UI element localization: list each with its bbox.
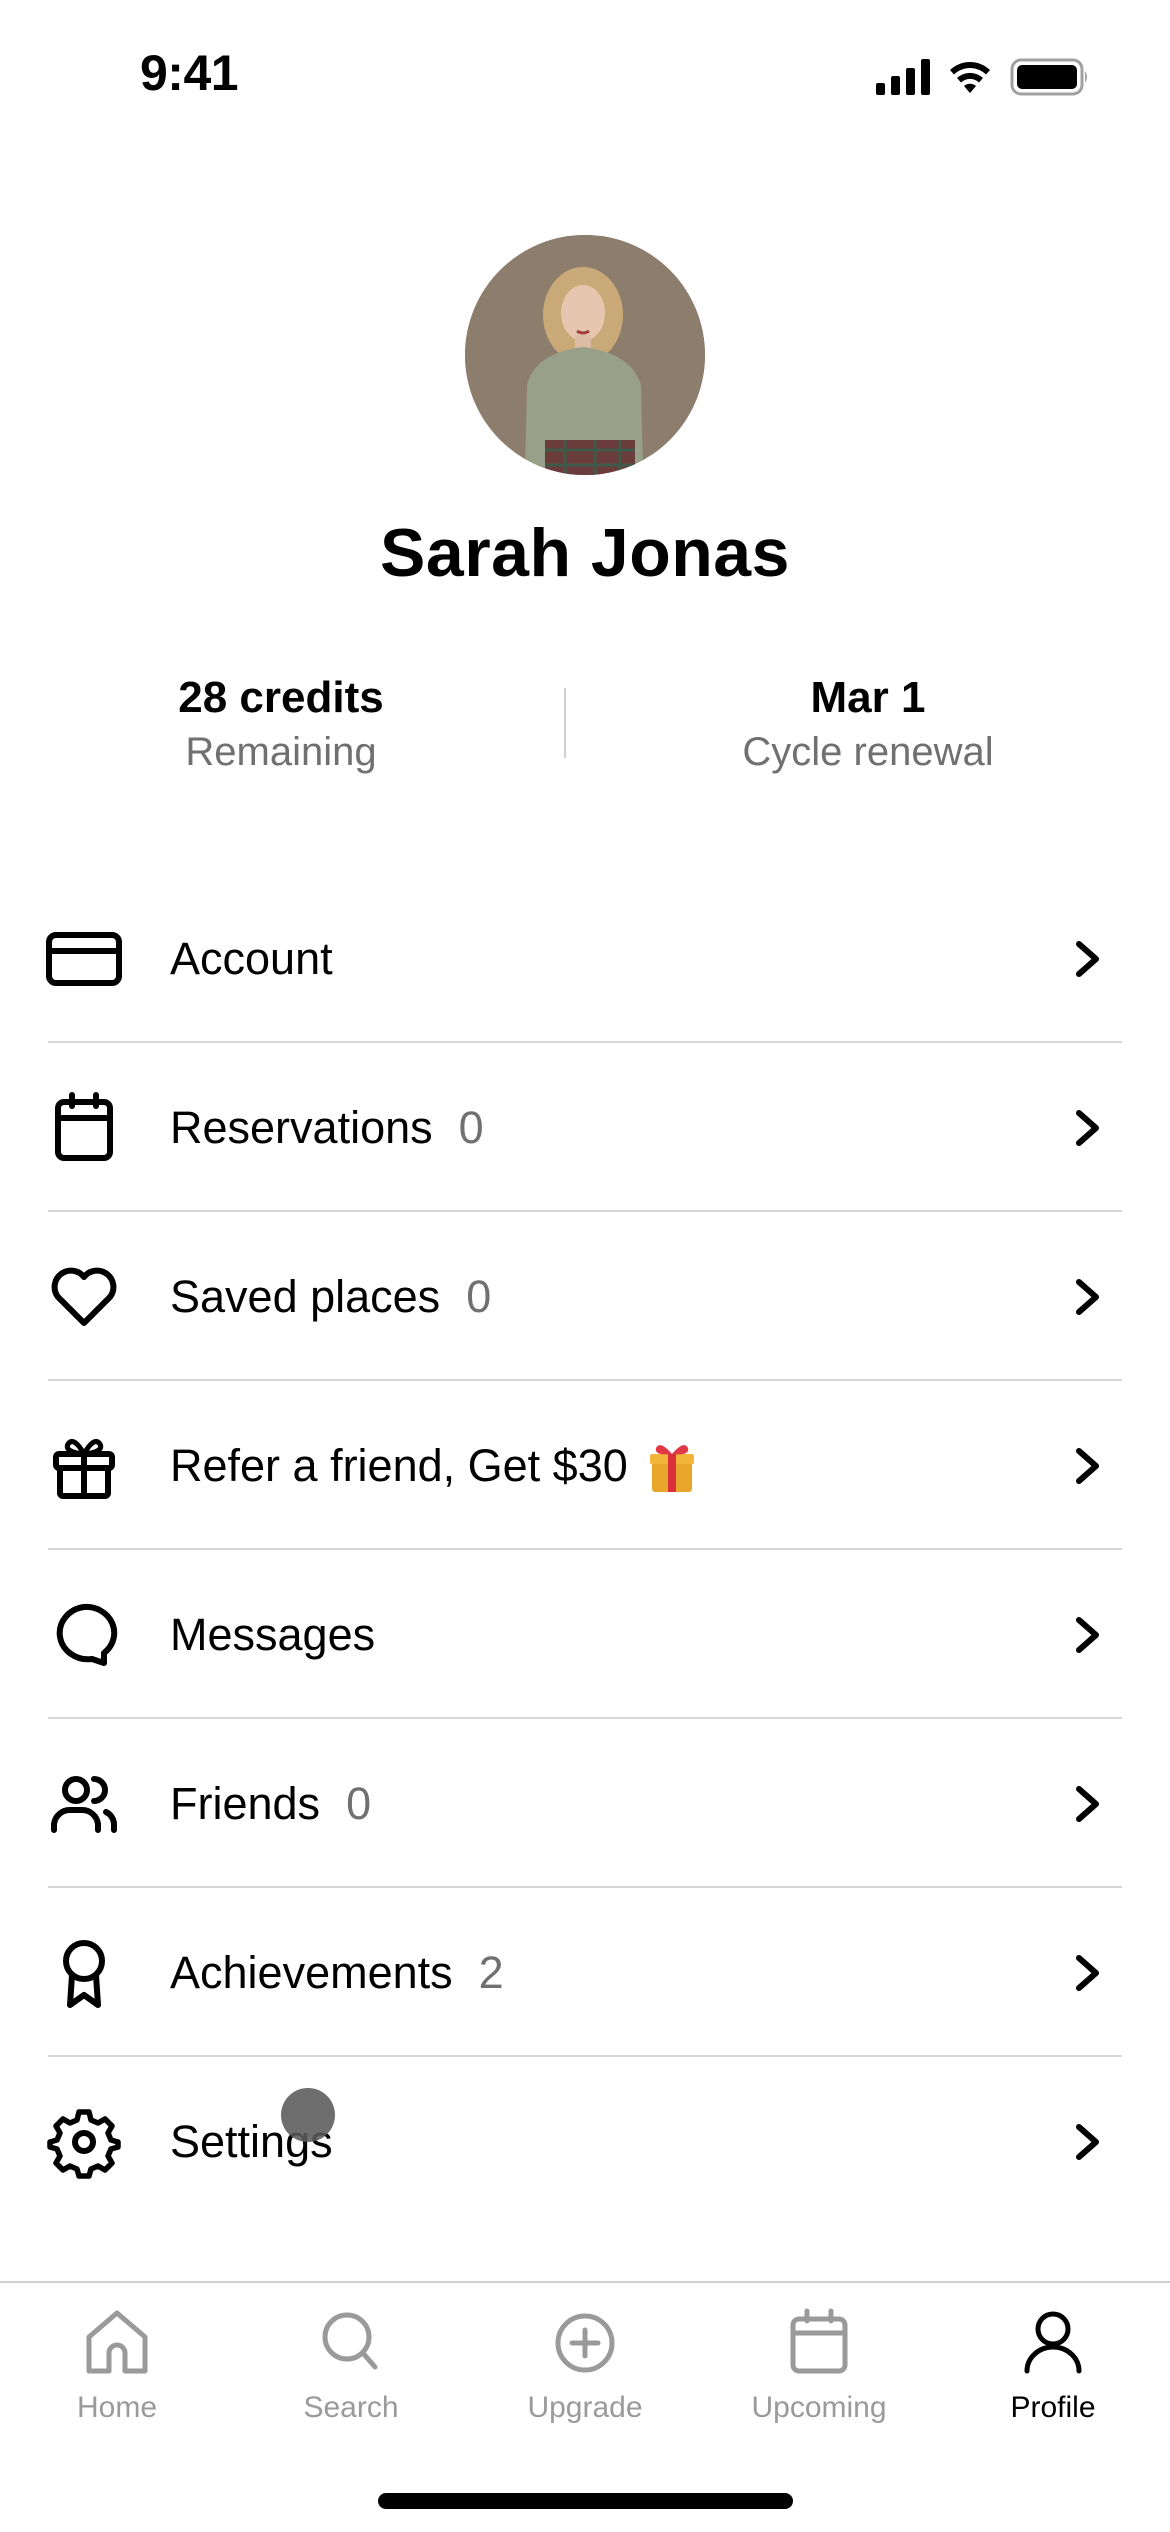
- chevron-right-icon: [1076, 1278, 1099, 1315]
- menu-item-settings[interactable]: Settings: [0, 2057, 1170, 2226]
- menu-item-account[interactable]: Account: [0, 874, 1170, 1043]
- gift-emoji-icon: [642, 1436, 702, 1496]
- avatar-photo: [465, 235, 705, 475]
- renewal-value: Mar 1: [810, 673, 926, 722]
- profile-menu: Account Reservations 0 Saved places 0 Refe…: [0, 874, 1170, 2226]
- home-indicator[interactable]: [378, 2493, 793, 2509]
- renewal-label: Cycle renewal: [742, 730, 994, 774]
- credits-value: 28 credits: [178, 673, 384, 722]
- home-icon: [79, 2305, 155, 2381]
- renewal-stat: Mar 1 Cycle renewal: [668, 670, 1068, 778]
- tab-home[interactable]: Home: [0, 2283, 234, 2433]
- award-ribbon-icon: [46, 1935, 122, 2011]
- gift-icon: [46, 1428, 122, 1504]
- chevron-right-icon: [1076, 1785, 1099, 1822]
- menu-item-reservations[interactable]: Reservations 0: [0, 1043, 1170, 1212]
- tab-search[interactable]: Search: [234, 2283, 468, 2433]
- status-icons: [876, 58, 1090, 96]
- menu-item-saved-places[interactable]: Saved places 0: [0, 1212, 1170, 1381]
- menu-item-label: Messages: [170, 1608, 376, 1660]
- tab-upgrade[interactable]: Upgrade: [468, 2283, 702, 2433]
- credits-stat: 28 credits Remaining: [81, 670, 481, 778]
- menu-item-label: Reservations: [170, 1101, 433, 1153]
- menu-item-count: 0: [346, 1777, 372, 1829]
- users-icon: [46, 1766, 122, 1842]
- stats-divider: [564, 688, 566, 758]
- tab-upcoming[interactable]: Upcoming: [702, 2283, 936, 2433]
- chat-bubble-icon: [46, 1597, 122, 1673]
- profile-name: Sarah Jonas: [380, 515, 790, 591]
- person-icon: [1015, 2305, 1091, 2381]
- tab-profile[interactable]: Profile: [936, 2283, 1170, 2433]
- credit-card-icon: [46, 921, 122, 997]
- search-icon: [313, 2305, 389, 2381]
- tab-label: Upcoming: [751, 2391, 887, 2424]
- tab-label: Profile: [1010, 2391, 1096, 2424]
- chevron-right-icon: [1076, 1447, 1099, 1484]
- menu-item-label: Friends: [170, 1777, 321, 1829]
- chevron-right-icon: [1076, 2123, 1099, 2160]
- status-time: 9:41: [140, 45, 239, 101]
- stats-summary: 28 credits Remaining Mar 1 Cycle renewal: [0, 670, 1170, 790]
- touch-indicator: [281, 2088, 335, 2142]
- menu-item-count: 0: [458, 1101, 484, 1153]
- tab-label: Home: [76, 2391, 158, 2424]
- menu-item-count: 2: [478, 1946, 504, 1998]
- chevron-right-icon: [1076, 940, 1099, 977]
- menu-item-count: 0: [466, 1270, 492, 1322]
- tab-label: Search: [303, 2391, 399, 2424]
- chevron-right-icon: [1076, 1954, 1099, 1991]
- battery-icon: [1010, 58, 1087, 96]
- heart-icon: [46, 1259, 122, 1335]
- status-bar: 9:41: [0, 0, 1170, 150]
- menu-item-label: Saved places: [170, 1270, 441, 1322]
- calendar-icon: [46, 1090, 122, 1166]
- wifi-icon: [950, 62, 990, 93]
- plus-circle-icon: [547, 2305, 623, 2381]
- menu-item-label: Achievements: [170, 1946, 453, 1998]
- menu-item-label: Refer a friend, Get $30: [170, 1439, 628, 1491]
- avatar[interactable]: [465, 235, 705, 475]
- cellular-signal-icon: [876, 59, 930, 95]
- chevron-right-icon: [1076, 1109, 1099, 1146]
- menu-item-messages[interactable]: Messages: [0, 1550, 1170, 1719]
- credits-label: Remaining: [185, 730, 377, 774]
- menu-item-refer-friend[interactable]: Refer a friend, Get $30: [0, 1381, 1170, 1550]
- chevron-right-icon: [1076, 1616, 1099, 1653]
- tab-label: Upgrade: [527, 2391, 643, 2424]
- gear-icon: [46, 2104, 122, 2180]
- menu-item-label: Account: [170, 932, 333, 984]
- calendar-icon: [781, 2305, 857, 2381]
- menu-item-achievements[interactable]: Achievements 2: [0, 1888, 1170, 2057]
- menu-item-friends[interactable]: Friends 0: [0, 1719, 1170, 1888]
